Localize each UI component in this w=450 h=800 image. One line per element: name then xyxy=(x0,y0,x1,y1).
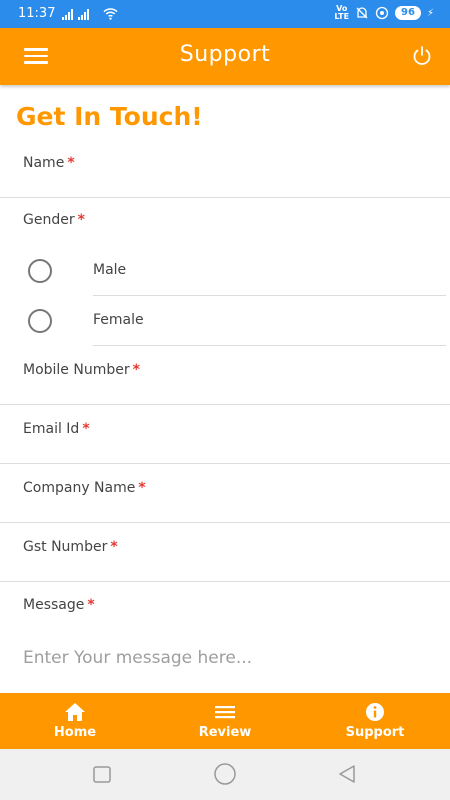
name-label: Name * xyxy=(23,155,75,171)
email-label: Email Id * xyxy=(23,421,90,437)
charging-icon: ⚡ xyxy=(426,7,434,19)
mobile-number-label: Mobile Number * xyxy=(23,362,140,378)
recents-icon[interactable] xyxy=(93,766,111,783)
home-icon xyxy=(65,703,85,721)
email-field[interactable]: Email Id * xyxy=(0,405,450,464)
nav-support[interactable]: Support xyxy=(300,693,450,749)
sync-icon xyxy=(375,6,389,20)
status-time: 11:37 xyxy=(18,6,56,21)
gender-label: Gender * xyxy=(23,212,85,228)
gst-number-label: Gst Number * xyxy=(23,539,118,555)
info-icon xyxy=(366,703,384,721)
gender-option-female[interactable]: Female xyxy=(0,296,450,346)
status-bar: 11:37 Vo LTE 96 ⚡ xyxy=(0,0,450,28)
company-name-field[interactable]: Company Name * xyxy=(0,464,450,523)
company-name-label: Company Name * xyxy=(23,480,146,496)
name-field[interactable]: Name * xyxy=(0,140,450,198)
alarm-off-icon xyxy=(356,7,368,19)
message-input[interactable] xyxy=(23,648,433,668)
volte-indicator: Vo LTE xyxy=(334,4,350,21)
battery-level: 96 xyxy=(395,6,421,20)
list-icon xyxy=(215,706,235,719)
male-label: Male xyxy=(93,262,127,278)
back-icon[interactable] xyxy=(337,764,357,784)
message-label: Message * xyxy=(23,597,95,613)
female-radio[interactable] xyxy=(28,309,52,333)
gst-number-field[interactable]: Gst Number * xyxy=(0,523,450,582)
nav-home[interactable]: Home xyxy=(0,693,150,749)
female-label: Female xyxy=(93,312,144,328)
system-nav-bar xyxy=(0,749,450,800)
home-nav-icon[interactable] xyxy=(213,763,237,785)
bottom-nav: Home Review Support xyxy=(0,693,450,749)
power-icon[interactable] xyxy=(410,44,434,68)
form-heading: Get In Touch! xyxy=(16,102,203,131)
signal-icon xyxy=(62,8,89,20)
nav-review[interactable]: Review xyxy=(150,693,300,749)
nav-support-label: Support xyxy=(345,725,405,740)
nav-review-label: Review xyxy=(198,725,252,740)
gender-option-male[interactable]: Male xyxy=(0,246,450,296)
wifi-icon xyxy=(103,8,118,20)
male-radio[interactable] xyxy=(28,259,52,283)
page-title: Support xyxy=(179,42,271,67)
mobile-number-field[interactable]: Mobile Number * xyxy=(0,346,450,405)
app-bar: Support xyxy=(0,28,450,85)
nav-home-label: Home xyxy=(53,725,97,740)
